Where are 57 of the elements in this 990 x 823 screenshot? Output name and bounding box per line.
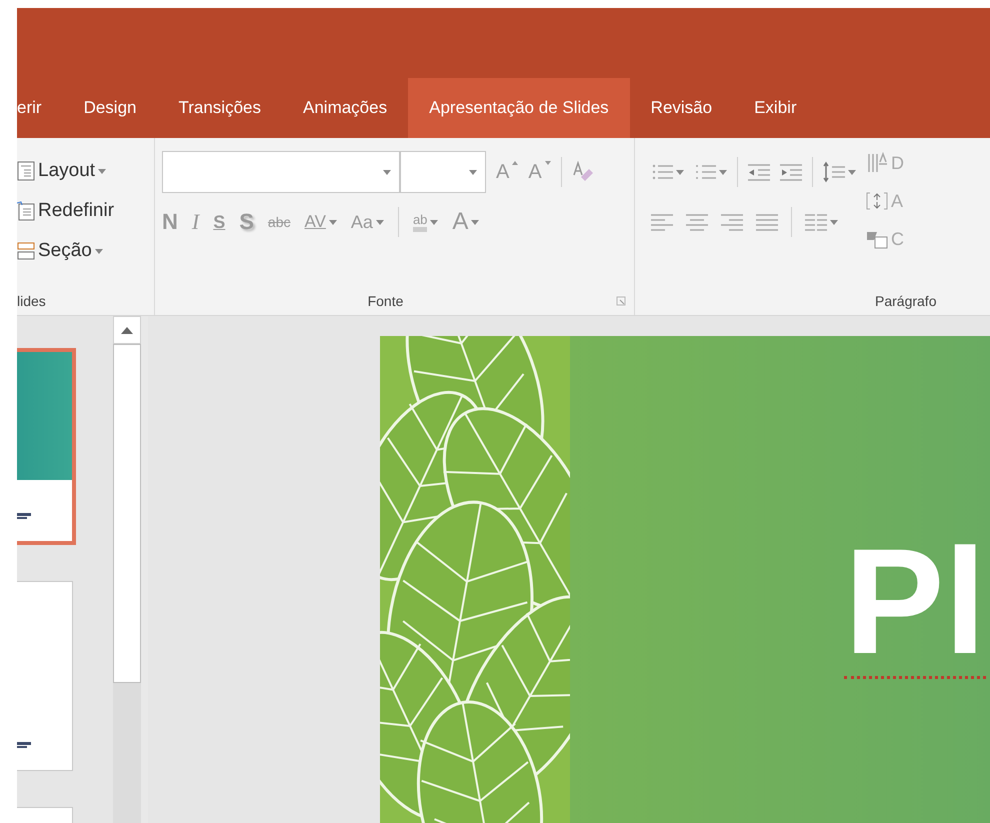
ribbon-tab[interactable]: erir — [17, 78, 63, 138]
dropdown-caret-icon — [328, 220, 337, 224]
bold-button[interactable]: N — [162, 209, 178, 235]
shadow-button[interactable]: S — [239, 209, 254, 235]
group-label: lides — [17, 293, 47, 309]
eraser-icon — [572, 161, 594, 183]
group-label: Fonte — [366, 293, 404, 309]
dropdown-caret-icon — [676, 170, 684, 174]
font-name-field[interactable] — [162, 151, 400, 193]
scroll-up-button[interactable] — [113, 316, 141, 344]
shrink-font-button[interactable]: A — [528, 160, 551, 184]
convert-button[interactable]: C — [866, 220, 904, 258]
ribbon-tab[interactable]: Revisão — [630, 78, 734, 138]
dropdown-caret-icon — [376, 220, 384, 224]
highlight-button[interactable]: ab — [412, 212, 438, 232]
group-label: Parágrafo — [874, 293, 938, 309]
up-arrow-icon — [121, 326, 133, 334]
italic-button[interactable]: I — [192, 209, 200, 235]
underline-button[interactable]: S — [213, 212, 226, 232]
linespacing-button[interactable] — [823, 161, 856, 183]
align-icon — [866, 190, 888, 212]
ribbon-tab[interactable]: Apresentação de Slides — [408, 78, 630, 138]
direction-button[interactable]: D — [866, 144, 904, 182]
direction-icon — [866, 152, 888, 174]
ribbon-tab[interactable]: Design — [62, 78, 158, 138]
dropdown-caret-icon — [469, 170, 477, 174]
logo-mark-icon — [17, 742, 33, 748]
caret-icon — [544, 160, 551, 164]
slide-thumbnail[interactable] — [17, 581, 73, 771]
dropdown-caret-icon — [98, 168, 106, 174]
slide-title: Pl — [844, 526, 986, 679]
font-size-field[interactable] — [400, 151, 486, 193]
ribbon-tab[interactable]: Exibir — [733, 78, 818, 138]
strike-button[interactable]: abc — [268, 214, 290, 230]
layout-button[interactable]: Layout — [17, 152, 154, 190]
section-button[interactable]: Seção — [17, 232, 154, 270]
dropdown-caret-icon — [719, 170, 727, 174]
slide-thumbnail[interactable] — [17, 348, 76, 545]
dropdown-caret-icon — [848, 170, 856, 174]
case-button[interactable]: Aa — [350, 212, 384, 232]
dropdown-caret-icon — [430, 220, 438, 224]
dropdown-caret-icon — [94, 248, 103, 254]
grow-font-button[interactable]: A — [496, 160, 518, 184]
spacing-button[interactable]: AV — [304, 212, 337, 232]
dialog-launcher-icon[interactable] — [616, 296, 626, 306]
logo-mark-icon — [17, 513, 33, 519]
dropdown-caret-icon — [830, 220, 838, 224]
line-spacing-icon — [823, 161, 845, 183]
dropdown-caret-icon — [383, 170, 391, 174]
dropdown-caret-icon — [471, 220, 480, 224]
ribbon-tab[interactable]: Transições — [157, 78, 282, 138]
ribbon-tab[interactable]: Animações — [282, 78, 408, 138]
align-button[interactable]: A — [866, 182, 904, 220]
color-button[interactable]: A — [452, 208, 480, 236]
caret-icon — [512, 160, 518, 164]
reset-button[interactable]: Redefinir — [17, 192, 154, 230]
clear-formatting-button[interactable] — [572, 161, 594, 183]
